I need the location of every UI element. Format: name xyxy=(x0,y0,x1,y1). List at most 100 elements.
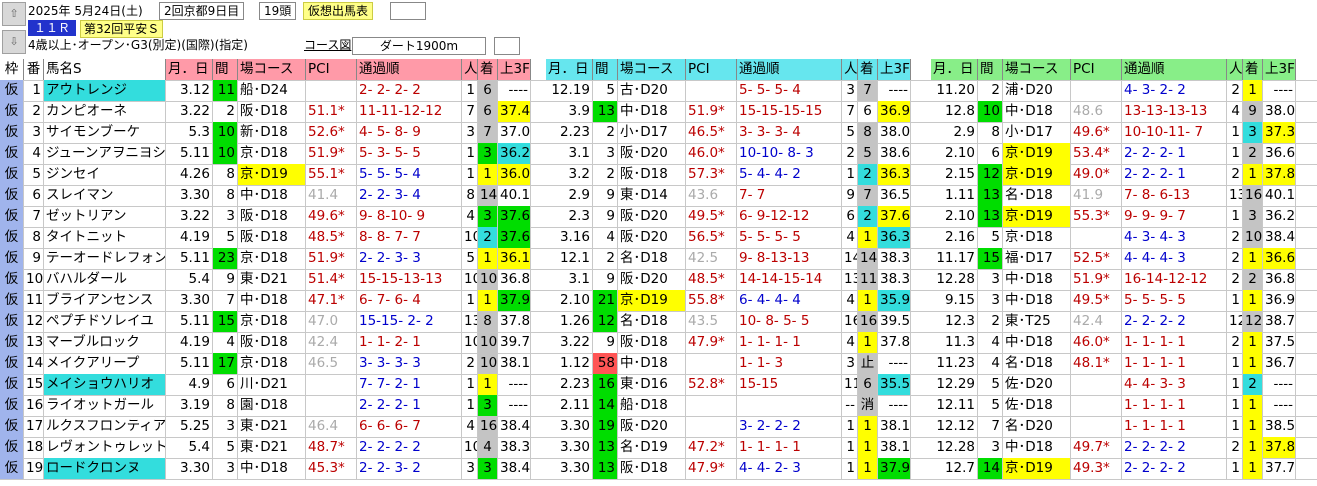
race1-interval: 4 xyxy=(213,332,238,353)
race3-venue-course: 京･D19 xyxy=(1003,143,1071,164)
race2-race-date: 3.16 xyxy=(546,227,593,248)
table-row[interactable]: 仮 6 スレイマン 3.30 8 中･D18 41.4 2- 2- 3- 4 8 14 40.1 2.… xyxy=(0,185,1317,207)
horse-name[interactable]: サイモンブーケ xyxy=(44,122,166,143)
race1-popularity: 5 xyxy=(462,248,478,269)
race3-popularity: 1 xyxy=(1227,143,1243,164)
horse-name[interactable]: バハルダール xyxy=(44,269,166,290)
race2-pci: 48.5* xyxy=(686,269,737,290)
race2-venue-course: 名･D19 xyxy=(618,437,686,458)
table-row[interactable]: 仮 1 アウトレンジ 3.12 11 船･D24 2- 2- 2- 2 1 6 ---- 12.19… xyxy=(0,80,1317,102)
race2-interval: 14 xyxy=(593,395,618,416)
table-row[interactable]: 仮13マーブルロック4.194阪･D1842.41- 1- 2- 1101039… xyxy=(0,332,1317,354)
horse-name[interactable]: メイショウハリオ xyxy=(44,374,166,395)
table-row[interactable]: 仮 3 サイモンブーケ 5.3 10 新･D18 52.6* 4- 5- 8- 9 3 7 37.0… xyxy=(0,122,1317,144)
horse-name[interactable]: ジンセイ xyxy=(44,164,166,185)
header-race3-col1: 間 xyxy=(978,59,1003,80)
table-row[interactable]: 仮8タイトニット4.195阪･D1848.5*8- 8- 7- 710237.6… xyxy=(0,227,1317,249)
race3-passing-order: 2- 2- 2- 2 xyxy=(1122,437,1227,458)
race3-last-3f: 38.7 xyxy=(1263,311,1296,332)
race2-pci: 47.9* xyxy=(686,458,737,479)
race3-pci: 51.9* xyxy=(1071,269,1122,290)
scroll-up-icon[interactable]: ⇧ xyxy=(2,2,26,26)
horse-name[interactable]: ペプチドソレイユ xyxy=(44,311,166,332)
table-row[interactable]: 仮 17 ルクスフロンティア 5.25 3 東･D21 46.4 6- 6- 6- 7 4 16 3… xyxy=(0,416,1317,438)
race1-venue-course: 東･D21 xyxy=(238,269,306,290)
horse-name[interactable]: タイトニット xyxy=(44,227,166,248)
horse-number: 7 xyxy=(24,206,44,227)
horse-name[interactable]: アウトレンジ xyxy=(44,80,166,101)
race3-last-3f: 36.7 xyxy=(1263,353,1296,374)
race3-last-3f: 36.6 xyxy=(1263,248,1296,269)
race1-venue-course: 京･D18 xyxy=(238,143,306,164)
table-row[interactable]: 仮 15 メイショウハリオ 4.9 6 川･D21 7- 7- 2- 1 1 1 ---- 2.23… xyxy=(0,374,1317,396)
waku-cell: 仮 xyxy=(0,290,24,311)
race3-interval: 15 xyxy=(978,248,1003,269)
horse-number: 16 xyxy=(24,395,44,416)
race1-popularity: 1 xyxy=(462,80,478,101)
race3-popularity: 2 xyxy=(1227,269,1243,290)
horse-name[interactable]: ロードクロンヌ xyxy=(44,458,166,479)
race1-race-date: 5.3 xyxy=(166,122,213,143)
table-row[interactable]: 仮 5 ジンセイ 4.26 8 京･D19 55.1* 5- 5- 5- 4 1 1 36.0 3.2… xyxy=(0,164,1317,186)
horse-name[interactable]: ブライアンセンス xyxy=(44,290,166,311)
table-row[interactable]: 仮12ペプチドソレイユ5.1115京･D1847.015-15- 2- 2138… xyxy=(0,311,1317,333)
race2-passing-order: 15-15-15-15 xyxy=(737,101,842,122)
horse-name[interactable]: レヴォントゥレット xyxy=(44,437,166,458)
race1-popularity: 3 xyxy=(462,122,478,143)
horse-name[interactable]: メイクアリープ xyxy=(44,353,166,374)
race1-pci xyxy=(306,395,357,416)
table-row[interactable]: 仮 16 ライオットガール 3.19 8 園･D18 2- 2- 2- 1 1 3 ---- 2.1… xyxy=(0,395,1317,417)
race3-pci xyxy=(1071,374,1122,395)
race1-finish: 1 xyxy=(478,290,498,311)
table-row[interactable]: 仮 9 テーオードレフォン 5.11 23 京･D18 51.9* 2- 2- 3- 3513… xyxy=(0,248,1317,270)
waku-cell: 仮 xyxy=(0,164,24,185)
race2-last-3f: 37.9 xyxy=(878,458,911,479)
course-map-link[interactable]: コース図 xyxy=(304,37,351,53)
race2-interval: 9 xyxy=(593,269,618,290)
race3-interval: 3 xyxy=(978,269,1003,290)
race2-race-date: 1.26 xyxy=(546,311,593,332)
race2-venue-course: 東･D14 xyxy=(618,185,686,206)
race1-venue-course: 中･D18 xyxy=(238,458,306,479)
race2-venue-course: 名･D18 xyxy=(618,248,686,269)
race3-interval: 3 xyxy=(978,290,1003,311)
race1-interval: 23 xyxy=(213,248,238,269)
course-distance: ダート1900m xyxy=(352,37,486,55)
horse-name[interactable]: スレイマン xyxy=(44,185,166,206)
race2-venue-course: 阪･D20 xyxy=(618,416,686,437)
race3-interval: 2 xyxy=(978,311,1003,332)
table-row[interactable]: 仮 7 ゼットリアン 3.22 3 阪･D18 49.6* 9- 8-10- 9 4 3 37.6 2… xyxy=(0,206,1317,228)
race3-race-date: 9.15 xyxy=(931,290,978,311)
waku-cell: 仮 xyxy=(0,80,24,101)
header-race3-col5: 人 xyxy=(1227,59,1243,80)
horse-name[interactable]: マーブルロック xyxy=(44,332,166,353)
race3-last-3f: 38.5 xyxy=(1263,416,1296,437)
table-row[interactable]: 仮18レヴォントゥレット5.45東･D2148.7*2- 2- 2- 21043… xyxy=(0,437,1317,459)
race1-interval: 6 xyxy=(213,374,238,395)
race2-last-3f: ---- xyxy=(878,353,911,374)
table-row[interactable]: 仮 19 ロードクロンヌ 3.30 3 中･D18 45.3* 2- 2- 3- 2 3 3 38.… xyxy=(0,458,1317,480)
race1-passing-order: 3- 3- 3- 3 xyxy=(357,353,462,374)
table-row[interactable]: 仮10バハルダール5.49東･D2151.4*15-15-13-13101036… xyxy=(0,269,1317,291)
meeting-day: 2回京都9日目 xyxy=(159,2,245,20)
race2-interval: 12 xyxy=(593,311,618,332)
horse-name[interactable]: ジューンアヲニヨシ xyxy=(44,143,166,164)
horse-name[interactable]: ライオットガール xyxy=(44,395,166,416)
scroll-down-icon[interactable]: ⇩ xyxy=(2,30,26,54)
horse-number: 3 xyxy=(24,122,44,143)
horse-number: 19 xyxy=(24,458,44,479)
race1-popularity: 4 xyxy=(462,416,478,437)
table-row[interactable]: 仮 4 ジューンアヲニヨシ 5.11 10 京･D18 51.9* 5- 3- 5- 5133… xyxy=(0,143,1317,165)
horse-name[interactable]: テーオードレフォン xyxy=(44,248,166,269)
horse-name[interactable]: ゼットリアン xyxy=(44,206,166,227)
race1-pci xyxy=(306,374,357,395)
table-row[interactable]: 仮 14 メイクアリープ 5.11 17 京･D18 46.5 3- 3- 3- 3 2 10 38… xyxy=(0,353,1317,375)
header-ban: 番 xyxy=(24,59,44,80)
horse-name[interactable]: ルクスフロンティア xyxy=(44,416,166,437)
race3-interval: 5 xyxy=(978,395,1003,416)
race3-interval: 10 xyxy=(978,101,1003,122)
horse-name[interactable]: カンピオーネ xyxy=(44,101,166,122)
table-row[interactable]: 仮 11 ブライアンセンス 3.30 7 中･D18 47.1* 6- 7- 6- 4 1 1 37… xyxy=(0,290,1317,312)
table-row[interactable]: 仮 2 カンピオーネ 3.22 2 阪･D18 51.1* 11-11-12-12 7 6 37.4… xyxy=(0,101,1317,123)
race1-popularity: 10 xyxy=(462,269,478,290)
